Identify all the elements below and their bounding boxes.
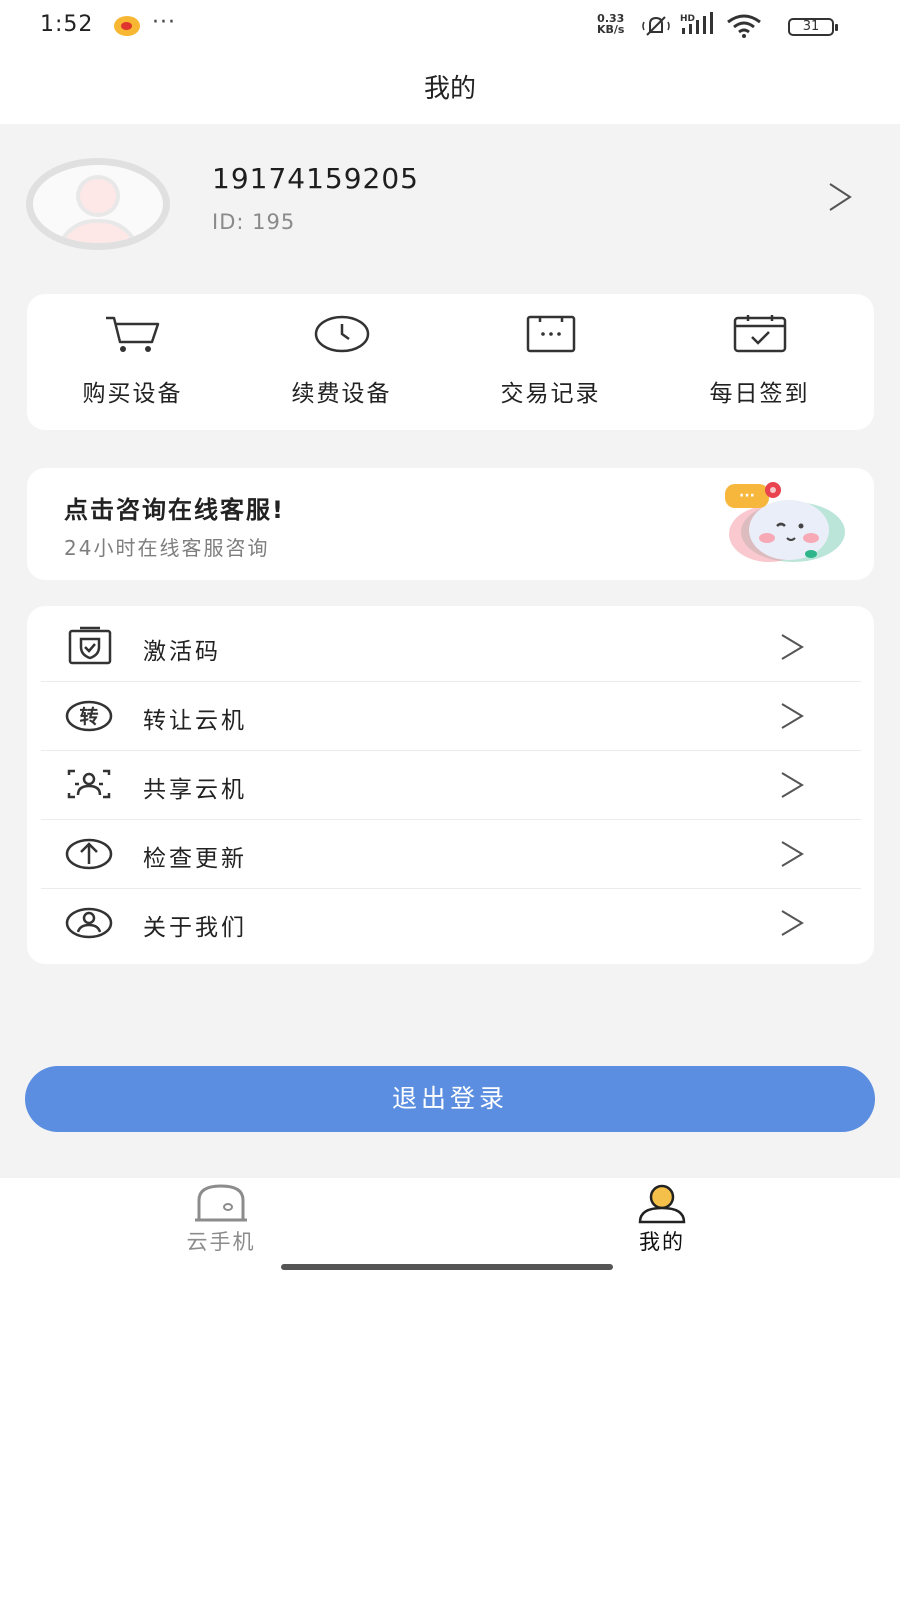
user-circle-icon — [65, 907, 113, 939]
page-title: 我的 — [0, 54, 900, 124]
bot-bubble-dots: ··· — [739, 488, 755, 504]
avatar-body — [55, 219, 141, 243]
customer-service-bot-icon: ··· — [725, 482, 845, 562]
chevron-right-icon — [781, 841, 804, 867]
tab-cloud-phone[interactable]: 云手机 — [131, 1178, 311, 1254]
quick-action-label: 交易记录 — [500, 381, 601, 407]
user-id: ID: 195 — [212, 210, 296, 234]
quick-action-transactions[interactable]: 交易记录 — [445, 294, 656, 430]
quick-action-label: 续费设备 — [291, 381, 392, 407]
weibo-notification-icon — [114, 16, 140, 36]
user-profile-icon — [638, 1184, 686, 1224]
avatar-head — [76, 175, 120, 217]
transfer-icon-text: 转 — [79, 705, 98, 728]
menu-item-transfer[interactable]: 转 转让云机 — [41, 682, 861, 751]
transfer-icon: 转 — [65, 700, 113, 732]
cloud-phone-icon — [195, 1184, 247, 1222]
more-notifications-icon: ··· — [152, 10, 176, 35]
calendar-check-icon — [733, 315, 787, 353]
share-icon — [67, 769, 111, 799]
online-service-card[interactable]: 点击咨询在线客服! 24小时在线客服咨询 ··· — [27, 468, 874, 580]
network-speed-unit: KB/s — [597, 23, 625, 36]
profile-header[interactable]: 19174159205 ID: 195 — [0, 124, 900, 274]
menu-item-label: 共享云机 — [143, 777, 247, 803]
bottom-tab-bar: 云手机 我的 — [0, 1178, 900, 1254]
service-subtitle: 24小时在线客服咨询 — [64, 536, 270, 560]
muted-bell-icon — [642, 16, 670, 36]
shield-card-icon — [68, 626, 112, 665]
quick-action-buy-device[interactable]: 购买设备 — [27, 294, 238, 430]
chevron-right-icon — [781, 634, 804, 660]
user-phone: 19174159205 — [212, 162, 419, 195]
service-title: 点击咨询在线客服! — [64, 496, 285, 524]
signal-icon: HD — [680, 12, 713, 34]
chevron-right-icon[interactable] — [822, 180, 856, 214]
main-content: 19174159205 ID: 195 购买设备 续费设备 交易记录 每日签到 … — [0, 124, 900, 1178]
svg-text:HD: HD — [680, 14, 695, 24]
wifi-icon — [727, 14, 761, 38]
tab-label: 云手机 — [186, 1230, 256, 1254]
upload-arrow-icon — [65, 838, 113, 870]
tab-label: 我的 — [639, 1230, 685, 1254]
logout-button[interactable]: 退出登录 — [25, 1066, 875, 1132]
battery-icon: 31 — [788, 18, 838, 36]
menu-item-about-us[interactable]: 关于我们 — [41, 889, 861, 958]
menu-item-label: 检查更新 — [143, 846, 247, 872]
menu-item-activation-code[interactable]: 激活码 — [41, 613, 861, 682]
network-speed: 0.33 KB/s — [597, 13, 624, 35]
home-indicator[interactable] — [281, 1264, 613, 1270]
menu-item-share[interactable]: 共享云机 — [41, 751, 861, 820]
cart-icon — [106, 316, 160, 352]
chevron-right-icon — [781, 910, 804, 936]
chevron-right-icon — [781, 703, 804, 729]
avatar[interactable] — [26, 158, 170, 250]
clock-icon — [314, 315, 370, 353]
quick-action-renew-device[interactable]: 续费设备 — [236, 294, 447, 430]
menu-item-label: 转让云机 — [143, 708, 247, 734]
tab-mine[interactable]: 我的 — [572, 1178, 752, 1254]
quick-action-label: 购买设备 — [82, 381, 183, 407]
quick-action-label: 每日签到 — [709, 381, 810, 407]
menu-item-check-update[interactable]: 检查更新 — [41, 820, 861, 889]
quick-actions-card: 购买设备 续费设备 交易记录 每日签到 — [27, 294, 874, 430]
settings-menu: 激活码 转 转让云机 共享云机 检查更新 关于我们 — [27, 606, 874, 964]
quick-action-daily-checkin[interactable]: 每日签到 — [654, 294, 865, 430]
menu-item-label: 激活码 — [143, 639, 221, 665]
status-time: 1:52 — [40, 12, 94, 37]
receipt-icon — [526, 315, 576, 353]
menu-item-label: 关于我们 — [143, 915, 247, 941]
status-bar: 1:52 ··· 0.33 KB/s HD 31 — [0, 0, 900, 54]
chevron-right-icon — [781, 772, 804, 798]
